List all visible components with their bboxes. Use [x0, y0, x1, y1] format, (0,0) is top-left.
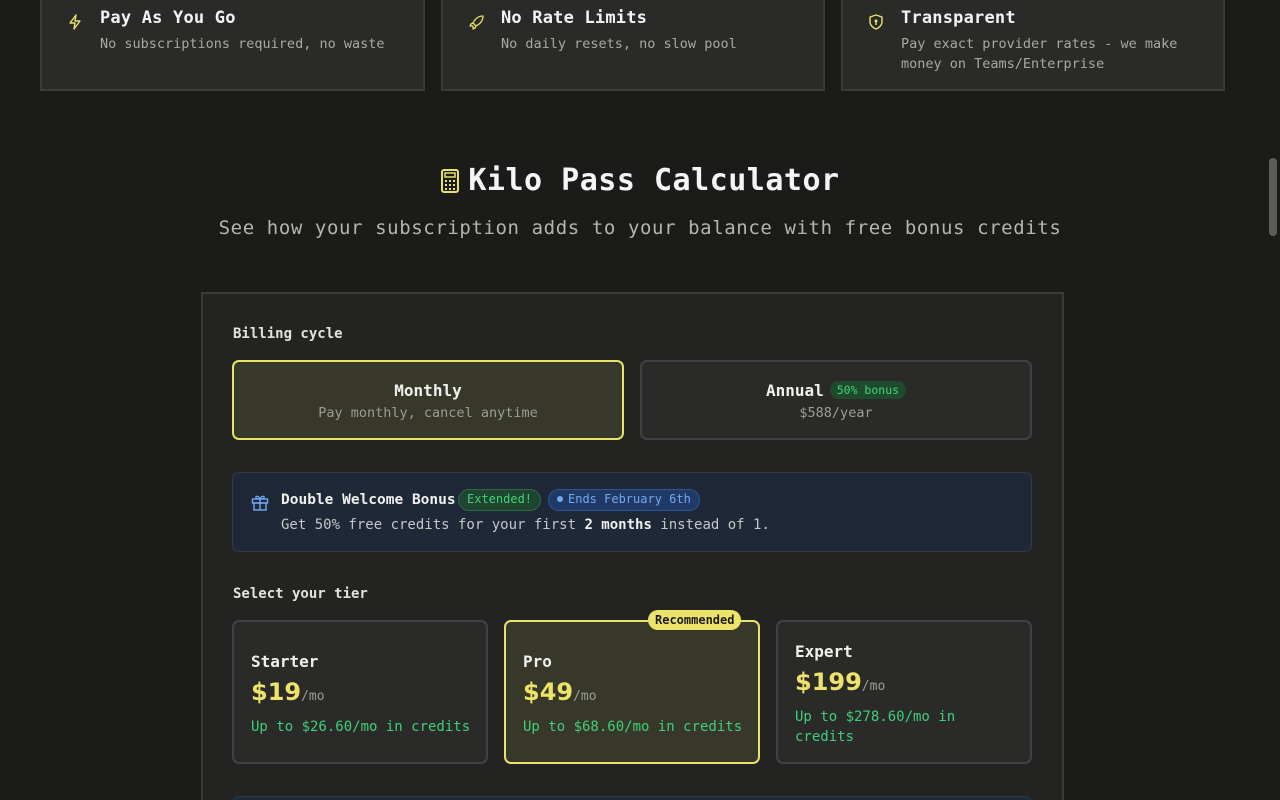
recommended-badge: Recommended	[648, 610, 742, 630]
calculator-icon	[441, 168, 460, 193]
tier-price: $199/mo	[795, 668, 885, 696]
bonus-title: Double Welcome Bonus	[281, 492, 456, 508]
bonus-desc-pre: Get 50% free credits for your first	[281, 517, 585, 533]
billing-monthly-sub: Pay monthly, cancel anytime	[318, 405, 538, 421]
rocket-icon	[469, 15, 484, 30]
tier-card-pro[interactable]: Pro $49/mo Up to $68.60/mo in credits	[504, 620, 760, 764]
ends-date-text: Ends February 6th	[568, 492, 691, 506]
extended-badge: Extended!	[458, 489, 542, 511]
scrollbar-track[interactable]	[1266, 0, 1280, 800]
feature-desc: No daily resets, no slow pool	[501, 36, 737, 52]
ends-date-badge: Ends February 6th	[548, 489, 700, 511]
bonus-desc-post: instead of 1.	[651, 517, 770, 533]
page-title: Kilo Pass Calculator	[468, 163, 840, 198]
tier-price-period: /mo	[861, 679, 886, 694]
feature-desc: Pay exact provider rates - we make money…	[901, 36, 1178, 72]
feature-title: Transparent	[901, 8, 1016, 28]
feature-title: No Rate Limits	[501, 8, 648, 28]
feature-title: Pay As You Go	[100, 8, 236, 28]
tier-price: $19/mo	[251, 678, 325, 706]
tier-price-value: $19	[251, 678, 302, 706]
lightning-icon	[69, 14, 81, 30]
feature-desc: No subscriptions required, no waste	[100, 36, 385, 52]
tier-name: Pro	[523, 652, 552, 671]
calculator-heading: Kilo Pass Calculator	[0, 163, 1280, 198]
welcome-bonus-banner: Double Welcome Bonus Extended! Ends Febr…	[232, 472, 1032, 552]
feature-card-no-rate-limits: No Rate Limits No daily resets, no slow …	[441, 0, 825, 91]
dot-icon	[557, 496, 563, 502]
billing-cycle-label: Billing cycle	[233, 326, 343, 342]
next-section-box	[232, 796, 1032, 800]
tier-card-expert[interactable]: Expert $199/mo Up to $278.60/mo in credi…	[776, 620, 1032, 764]
tier-credits: Up to $26.60/mo in credits	[251, 719, 471, 735]
billing-annual-title: Annual	[765, 381, 824, 400]
tier-credits: Up to $278.60/mo in credits	[795, 709, 956, 745]
page-subtitle: See how your subscription adds to your b…	[218, 217, 1062, 239]
scrollbar-thumb[interactable]	[1269, 158, 1277, 236]
bonus-desc-bold: 2 months	[584, 517, 652, 533]
tier-price-period: /mo	[573, 689, 597, 704]
tier-price: $49/mo	[523, 678, 597, 706]
tier-credits: Up to $68.60/mo in credits	[523, 719, 743, 735]
tier-name: Starter	[251, 652, 319, 671]
annual-bonus-badge: 50% bonus	[829, 381, 907, 399]
tier-label: Select your tier	[233, 586, 368, 602]
bonus-description: Get 50% free credits for your first 2 mo…	[281, 517, 770, 533]
feature-card-transparent: Transparent Pay exact provider rates - w…	[841, 0, 1225, 91]
gift-icon	[251, 495, 269, 511]
billing-annual-title-row: Annual 50% bonus	[642, 381, 1030, 400]
shield-icon	[869, 14, 883, 30]
tier-price-value: $199	[795, 668, 862, 696]
billing-annual-button[interactable]: Annual 50% bonus $588/year	[640, 360, 1032, 440]
billing-monthly-button[interactable]: Monthly Pay monthly, cancel anytime	[232, 360, 624, 440]
tier-name: Expert	[795, 642, 853, 661]
tier-card-starter[interactable]: Starter $19/mo Up to $26.60/mo in credit…	[232, 620, 488, 764]
billing-annual-sub: $588/year	[799, 405, 873, 421]
tier-price-value: $49	[523, 678, 574, 706]
tier-price-period: /mo	[301, 689, 325, 704]
feature-card-pay-as-you-go: Pay As You Go No subscriptions required,…	[40, 0, 425, 91]
billing-monthly-title: Monthly	[394, 381, 462, 400]
